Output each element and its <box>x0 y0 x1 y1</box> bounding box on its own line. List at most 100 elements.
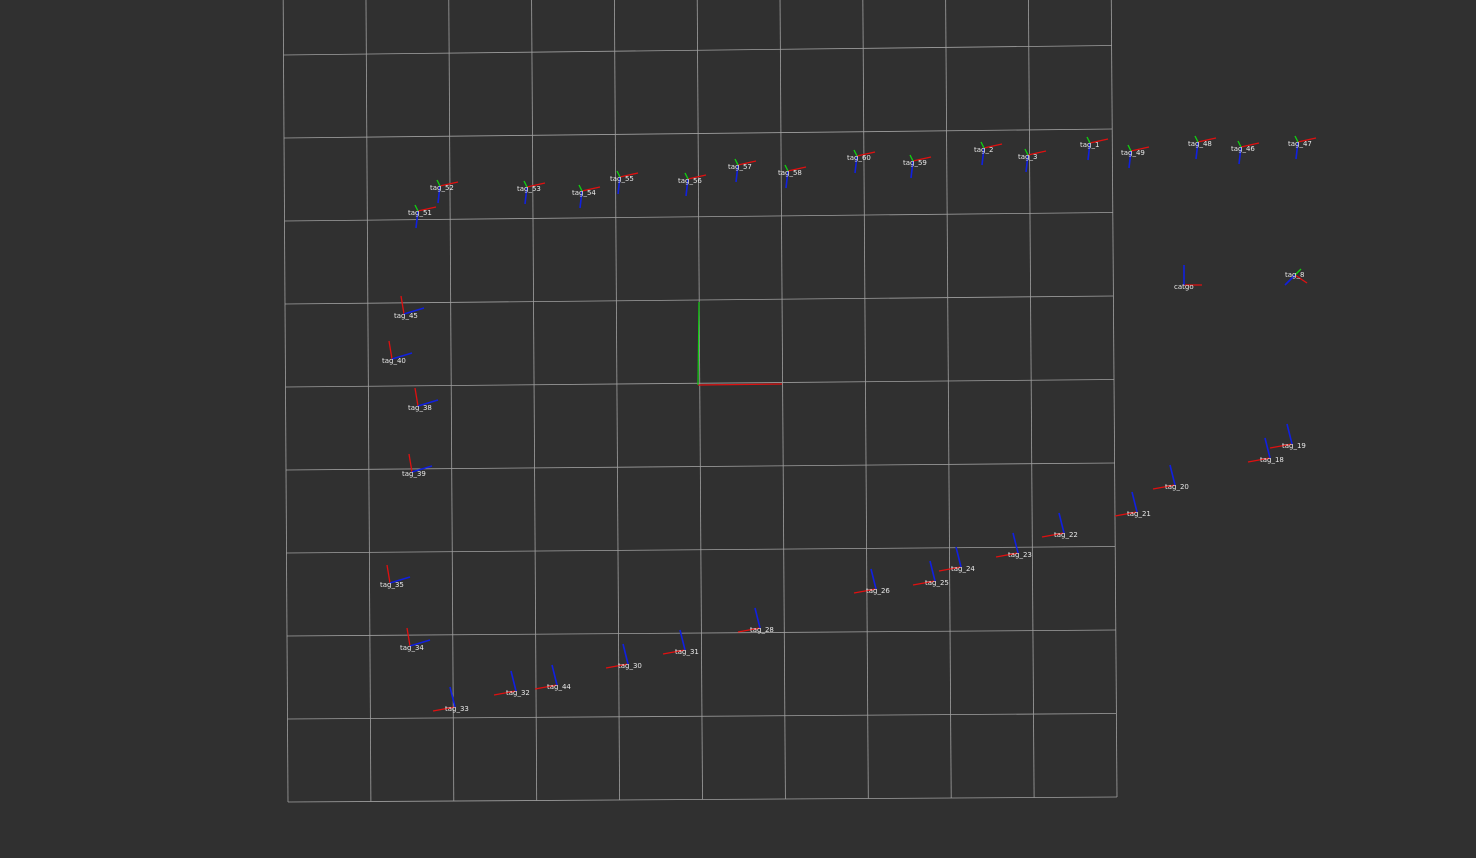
tag-frame[interactable]: tag_32 <box>493 670 530 697</box>
tag-frame[interactable]: tag_59 <box>903 154 932 179</box>
tag-frame-label: tag_45 <box>394 312 418 320</box>
tag-frame[interactable]: tag_40 <box>382 340 413 365</box>
tag-frame[interactable]: tag_57 <box>728 158 757 183</box>
tag-frame-label: tag_20 <box>1165 483 1189 491</box>
grid-line-vertical <box>448 0 455 802</box>
tag-frame-label: tag_60 <box>847 154 871 162</box>
tag-frame-label: tag_40 <box>382 357 406 365</box>
tag-frame[interactable]: tag_38 <box>408 387 439 412</box>
tag-frame[interactable]: tag_21 <box>1114 491 1151 518</box>
tag-frame[interactable]: tag_33 <box>432 686 469 713</box>
tag-frame[interactable]: tag_3 <box>1018 148 1047 173</box>
tag-frame-label: tag_57 <box>728 163 752 171</box>
tag-frame[interactable]: tag_26 <box>853 568 890 595</box>
tag-frame[interactable]: tag_47 <box>1288 135 1317 160</box>
tag-frame-label: tag_21 <box>1127 510 1151 518</box>
tag-frame-label: tag_33 <box>445 705 469 713</box>
tag-frame-label: catgo <box>1174 283 1194 291</box>
tag-frame-label: tag_44 <box>547 683 571 691</box>
tag-frame-label: tag_51 <box>408 209 432 217</box>
3d-viewport[interactable]: tag_52 tag_51 tag_53 tag_54 tag_55 tag_56 tag_… <box>0 0 1476 858</box>
tag-frame-label: tag_18 <box>1260 456 1284 464</box>
tag-frame[interactable]: tag_56 <box>678 172 707 197</box>
tag-frame[interactable]: tag_55 <box>610 170 639 195</box>
tag-frame-label: tag_48 <box>1188 140 1212 148</box>
tag-frame-label: tag_19 <box>1282 442 1306 450</box>
tag-frame[interactable]: tag_22 <box>1041 512 1078 539</box>
tag-frame[interactable]: tag_25 <box>912 560 949 587</box>
frame-z-axis <box>1286 423 1293 445</box>
frame-z-axis <box>754 607 761 629</box>
tag-frame[interactable]: tag_20 <box>1152 464 1189 491</box>
tag-frame[interactable]: tag_23 <box>995 532 1032 559</box>
tag-frame[interactable]: tag_51 <box>408 204 437 229</box>
tag-frame[interactable]: tag_19 <box>1269 423 1306 450</box>
tag-frame-label: tag_54 <box>572 189 596 197</box>
frame-z-axis <box>1058 512 1065 534</box>
frame-z-axis <box>1264 437 1271 459</box>
tag-frame-label: tag_55 <box>610 175 634 183</box>
tag-frame-label: tag_34 <box>400 644 424 652</box>
scene-canvas[interactable]: tag_52 tag_51 tag_53 tag_54 tag_55 tag_56 tag_… <box>0 0 1476 858</box>
grid-line-vertical <box>1028 0 1035 798</box>
tag-frame-label: tag_28 <box>750 626 774 634</box>
tag-frame-label: tag_59 <box>903 159 927 167</box>
tag-frame[interactable]: tag_39 <box>402 453 433 478</box>
tag-frame[interactable]: tag_45 <box>394 295 425 320</box>
tag-frame[interactable]: tag_60 <box>847 149 876 174</box>
tag-frame-label: tag_26 <box>866 587 890 595</box>
tag-frame[interactable]: tag_34 <box>400 627 431 652</box>
frame-z-axis <box>622 643 629 665</box>
world-x-axis <box>697 383 783 386</box>
tag-frame[interactable]: tag_44 <box>534 664 571 691</box>
frame-z-axis <box>1012 532 1019 554</box>
grid-line-vertical <box>862 0 869 799</box>
frame-z-axis <box>870 568 877 590</box>
tag-frame-label: tag_53 <box>517 185 541 193</box>
grid-line-vertical <box>614 0 620 801</box>
grid-line-vertical <box>779 0 786 800</box>
tag-frame[interactable]: tag_2 <box>974 141 1003 166</box>
tag-frame-label: tag_31 <box>675 648 699 656</box>
tag-frame[interactable]: tag_52 <box>430 179 459 204</box>
grid-line-vertical <box>282 0 289 803</box>
world-origin-axes <box>697 301 783 386</box>
tag-frames: tag_52 tag_51 tag_53 tag_54 tag_55 tag_56 tag_… <box>380 135 1317 713</box>
tag-frame[interactable]: tag_35 <box>380 564 411 589</box>
tag-frame[interactable]: tag_18 <box>1247 437 1284 464</box>
tag-frame-label: tag_3 <box>1018 153 1037 161</box>
ground-grid <box>282 0 1118 803</box>
tag-frame-label: tag_52 <box>430 184 454 192</box>
tag-frame-label: tag_23 <box>1008 551 1032 559</box>
tag-frame[interactable]: tag_1 <box>1080 136 1109 161</box>
tag-frame-label: tag_56 <box>678 177 702 185</box>
tag-frame-label: tag_46 <box>1231 145 1255 153</box>
tag-frame[interactable]: tag_54 <box>572 184 601 209</box>
tag-frame[interactable]: tag_58 <box>778 164 807 189</box>
tag-frame[interactable]: tag_24 <box>938 546 975 573</box>
frame-z-axis <box>510 670 517 692</box>
tag-frame[interactable]: tag_8 <box>1284 268 1308 286</box>
tag-frame-label: tag_58 <box>778 169 802 177</box>
world-y-axis <box>697 301 700 386</box>
tag-frame[interactable]: tag_28 <box>737 607 774 634</box>
tag-frame-label: tag_30 <box>618 662 642 670</box>
tag-frame[interactable]: tag_48 <box>1188 135 1217 160</box>
frame-z-axis <box>1169 464 1176 486</box>
tag-frame[interactable]: tag_53 <box>517 180 546 205</box>
tag-frame-label: tag_47 <box>1288 140 1312 148</box>
tag-frame[interactable]: tag_46 <box>1231 140 1260 165</box>
tag-frame-label: tag_32 <box>506 689 530 697</box>
grid-line-vertical <box>531 0 538 801</box>
tag-frame[interactable]: tag_49 <box>1121 144 1150 169</box>
grid-line-vertical <box>365 0 372 802</box>
tag-frame-label: tag_22 <box>1054 531 1078 539</box>
tag-frame[interactable]: tag_31 <box>662 629 699 656</box>
frame-z-axis <box>929 560 936 582</box>
tag-frame-label: tag_39 <box>402 470 426 478</box>
frame-z-axis <box>551 664 558 686</box>
grid-line-vertical <box>1110 0 1118 798</box>
tag-frame[interactable]: catgo <box>1174 265 1202 291</box>
tag-frame-label: tag_25 <box>925 579 949 587</box>
tag-frame[interactable]: tag_30 <box>605 643 642 670</box>
